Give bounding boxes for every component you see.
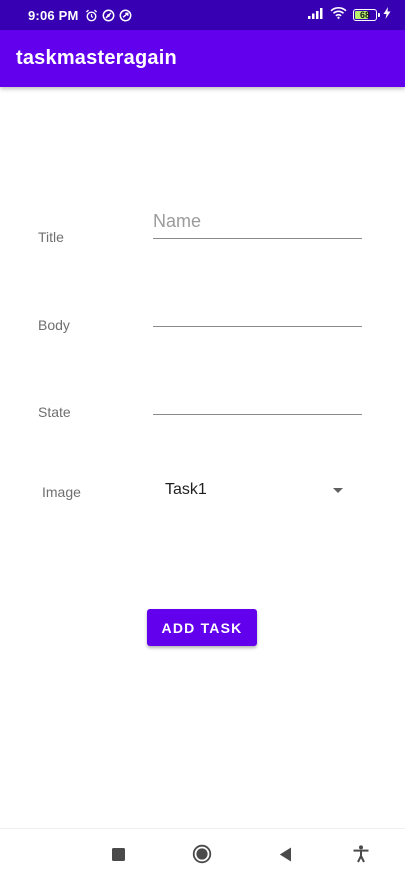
status-notification-icons	[85, 9, 132, 22]
alarm-icon	[85, 9, 98, 22]
status-bar-left: 9:06 PM	[28, 8, 132, 23]
add-task-button[interactable]: ADD TASK	[147, 609, 257, 646]
battery-icon: 68	[353, 9, 380, 21]
state-input[interactable]	[153, 385, 362, 415]
title-input[interactable]	[153, 209, 362, 239]
vpn-icon	[102, 9, 115, 22]
status-bar: 9:06 PM 68	[0, 0, 405, 30]
title-label: Title	[38, 229, 64, 245]
battery-tip	[378, 13, 380, 17]
recents-icon[interactable]	[108, 844, 128, 864]
body-label: Body	[38, 317, 70, 333]
status-bar-right: 68	[308, 6, 391, 24]
image-label: Image	[42, 484, 81, 500]
status-time: 9:06 PM	[28, 7, 79, 23]
back-icon[interactable]	[275, 844, 295, 864]
sync-icon	[119, 9, 132, 22]
battery-level: 68	[359, 10, 370, 20]
spinner-selected-value: Task1	[165, 481, 207, 498]
navigation-bar	[0, 828, 405, 879]
home-icon[interactable]	[192, 844, 212, 864]
accessibility-icon[interactable]	[351, 844, 371, 864]
charging-icon	[383, 6, 391, 24]
image-task-spinner[interactable]: Task1	[153, 472, 353, 508]
wifi-icon	[330, 6, 347, 24]
state-label: State	[38, 404, 71, 420]
dropdown-arrow-icon	[333, 487, 343, 493]
body-input[interactable]	[153, 297, 362, 327]
signal-icon	[308, 6, 324, 24]
app-bar: taskmasteragain	[0, 30, 405, 87]
app-title: taskmasteragain	[16, 47, 177, 69]
